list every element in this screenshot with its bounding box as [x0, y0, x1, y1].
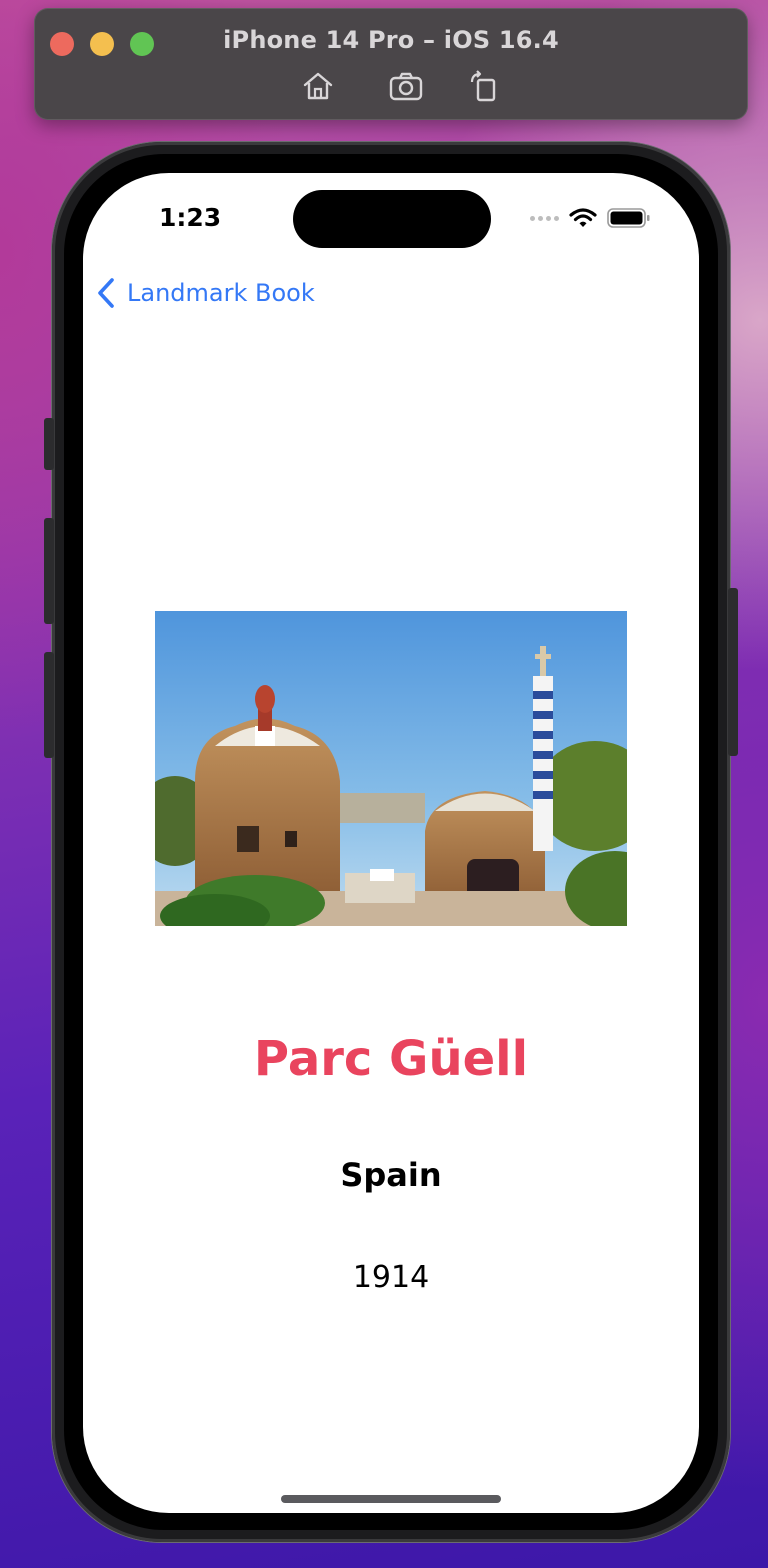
back-button[interactable]: Landmark Book [95, 273, 315, 313]
dynamic-island [293, 190, 491, 248]
status-time: 1:23 [159, 203, 222, 232]
landmark-image [155, 611, 627, 926]
screenshot-icon[interactable] [388, 68, 424, 104]
landmark-country: Spain [340, 1156, 442, 1194]
power-button [728, 588, 738, 756]
status-icons [530, 205, 651, 231]
back-button-label: Landmark Book [127, 279, 315, 307]
landmark-year: 1914 [352, 1260, 430, 1295]
desktop-wallpaper: iPhone 14 Pro – iOS 16.4 1:23 Landmark B… [0, 0, 768, 1568]
chevron-left-icon [98, 278, 114, 308]
rotate-icon[interactable] [466, 68, 502, 104]
landmark-name: Parc Güell [253, 1031, 529, 1087]
volume-down-button [44, 652, 54, 758]
silent-switch [44, 418, 54, 470]
home-indicator[interactable] [281, 1495, 501, 1503]
simulator-title-bar: iPhone 14 Pro – iOS 16.4 [34, 8, 748, 120]
volume-up-button [44, 518, 54, 624]
cellular-dots-icon [530, 215, 559, 221]
iphone-frame: 1:23 Landmark Book Parc Güell Spain 1914 [44, 142, 738, 1542]
phone-screen: 1:23 Landmark Book Parc Güell Spain 1914 [83, 173, 699, 1513]
wifi-icon [569, 208, 597, 227]
battery-icon [607, 208, 650, 228]
simulator-title: iPhone 14 Pro – iOS 16.4 [223, 26, 559, 54]
home-icon[interactable] [300, 68, 336, 104]
